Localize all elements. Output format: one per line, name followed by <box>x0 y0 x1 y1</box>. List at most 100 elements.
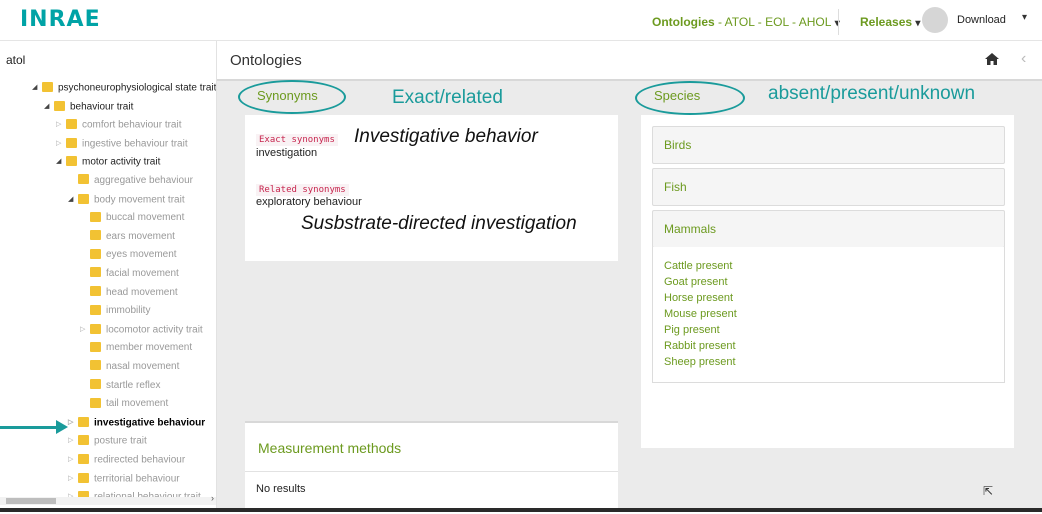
species-item[interactable]: Sheep present <box>664 356 736 368</box>
folder-icon <box>90 211 101 222</box>
mammals-list: Cattle present Goat present Horse presen… <box>652 247 1005 383</box>
folder-icon <box>90 285 101 296</box>
folder-icon <box>42 82 53 92</box>
folder-icon <box>78 416 89 427</box>
species-item[interactable]: Goat present <box>664 276 728 288</box>
tree-item-label: tail movement <box>106 398 169 410</box>
tree-item-label: body movement trait <box>94 194 185 206</box>
tree-item[interactable]: ▷ redirected behaviour <box>68 451 185 469</box>
related-synonyms-label: Related synonyms <box>256 179 349 197</box>
collapsed-toggle-icon[interactable]: ▷ <box>56 135 66 153</box>
tree-item-label: aggregative behaviour <box>94 175 193 186</box>
folder-icon <box>90 397 101 408</box>
expanded-toggle-icon[interactable]: ◢ <box>56 153 66 171</box>
tree-item[interactable]: facial movement <box>80 265 179 283</box>
tree-item[interactable]: aggregative behaviour <box>68 172 193 190</box>
tree-item-label: member movement <box>106 342 193 354</box>
tree-item[interactable]: ▷ investigative behaviour <box>68 414 205 432</box>
tree-item[interactable]: ▷ comfort behaviour trait <box>56 116 182 134</box>
folder-icon <box>78 472 89 483</box>
tree-item[interactable]: ◢ motor activity trait <box>56 153 160 171</box>
synonyms-heading: Synonyms <box>257 88 318 103</box>
collapsed-toggle-icon[interactable]: ▷ <box>68 470 78 488</box>
collapsed-toggle-icon[interactable]: ▷ <box>80 321 90 339</box>
collapse-chevron-icon[interactable]: ‹ <box>1021 50 1026 68</box>
expanded-toggle-icon[interactable]: ◢ <box>68 191 78 209</box>
scrollbar-thumb[interactable] <box>6 498 56 504</box>
tree-item[interactable]: ▷ territorial behaviour <box>68 470 180 488</box>
ontologies-sub: - ATOL - EOL - AHOL <box>714 15 832 29</box>
expanded-toggle-icon[interactable]: ◢ <box>44 98 54 116</box>
horizontal-scrollbar[interactable]: › <box>0 493 216 505</box>
tree-item-label: facial movement <box>106 268 179 279</box>
species-card: Birds Fish Mammals Cattle present Goat p… <box>641 115 1014 448</box>
folder-icon <box>90 248 101 259</box>
mouse-cursor-icon: ⇱ <box>983 484 994 498</box>
tree-item[interactable]: startle reflex <box>80 377 160 395</box>
tree-item[interactable]: immobility <box>80 302 150 320</box>
tree-item[interactable]: ◢ psychoneurophysiological state trait <box>32 79 216 97</box>
user-menu-chevron-icon[interactable]: ▾ <box>1022 12 1027 23</box>
scroll-right-icon[interactable]: › <box>211 493 214 503</box>
folder-icon <box>90 341 101 352</box>
releases-menu[interactable]: Releases ▾ <box>860 15 920 29</box>
tree-item-label: nasal movement <box>106 361 180 372</box>
home-icon[interactable] <box>985 53 999 65</box>
annotation-substrate: Susbstrate-directed investigation <box>301 213 577 234</box>
folder-icon <box>78 193 89 204</box>
tree-item[interactable]: tail movement <box>80 395 168 413</box>
releases-label: Releases <box>860 15 913 29</box>
annotation-exact-related: Exact/related <box>392 87 503 108</box>
tree-item-label: comfort behaviour trait <box>82 119 182 131</box>
measurement-empty: No results <box>256 483 306 495</box>
tree-item-label: startle reflex <box>106 379 161 391</box>
top-bar: INRAE Ontologies - ATOL - EOL - AHOL ▾ R… <box>0 0 1042 41</box>
tree-item[interactable]: ears movement <box>80 228 175 246</box>
download-link[interactable]: Download <box>957 14 1006 26</box>
tree-item[interactable]: ◢ behaviour trait <box>44 98 133 116</box>
measurement-heading: Measurement methods <box>258 440 402 456</box>
species-heading: Species <box>654 88 701 103</box>
tree-item-label: behaviour trait <box>70 101 134 113</box>
tree-item[interactable]: ▷ posture trait <box>68 432 147 450</box>
tree-item-label: psychoneurophysiological state trait <box>58 82 217 94</box>
tree-item[interactable]: ◢ body movement trait <box>68 191 185 209</box>
tree-item[interactable]: ▷ ingestive behaviour trait <box>56 135 188 153</box>
collapsed-toggle-icon[interactable]: ▷ <box>56 116 66 134</box>
species-panel-birds[interactable]: Birds <box>652 126 1005 164</box>
species-panel-fish[interactable]: Fish <box>652 168 1005 206</box>
species-panel-mammals[interactable]: Mammals <box>652 210 1005 248</box>
tree-item-label: motor activity trait <box>82 157 161 169</box>
species-item[interactable]: Mouse present <box>664 308 737 320</box>
folder-icon <box>66 156 77 167</box>
inrae-logo[interactable]: INRAE <box>20 7 101 32</box>
folder-icon <box>54 100 65 111</box>
species-item[interactable]: Pig present <box>664 324 720 336</box>
tree-item[interactable]: eyes movement <box>80 246 177 264</box>
folder-icon <box>90 304 101 315</box>
folder-icon <box>78 174 89 185</box>
tree-item[interactable]: buccal movement <box>80 209 184 227</box>
ontologies-menu[interactable]: Ontologies - ATOL - EOL - AHOL ▾ <box>652 15 840 29</box>
tree-item-label: locomotor activity trait <box>106 324 203 336</box>
collapsed-toggle-icon[interactable]: ▷ <box>68 432 78 450</box>
tree-item-label: investigative behaviour <box>94 417 206 429</box>
tree-item-label: redirected behaviour <box>94 454 186 466</box>
tree-item[interactable]: ▷ locomotor activity trait <box>80 321 203 339</box>
species-item[interactable]: Rabbit present <box>664 340 736 352</box>
collapsed-toggle-icon[interactable]: ▷ <box>68 451 78 469</box>
tree-item-label: eyes movement <box>106 249 177 261</box>
collapsed-toggle-icon[interactable]: ▷ <box>68 414 78 432</box>
species-item[interactable]: Cattle present <box>664 260 732 272</box>
avatar[interactable] <box>922 7 948 33</box>
tree-search-value[interactable]: atol <box>6 53 25 67</box>
tree-item[interactable]: head movement <box>80 284 178 302</box>
tree-item[interactable]: nasal movement <box>80 358 179 376</box>
expanded-toggle-icon[interactable]: ◢ <box>32 79 42 97</box>
species-fish-label: Fish <box>664 180 687 194</box>
tree-item[interactable]: member movement <box>80 339 192 357</box>
species-item[interactable]: Horse present <box>664 292 733 304</box>
folder-icon <box>66 119 77 130</box>
tree-item-label: ears movement <box>106 230 175 242</box>
divider <box>245 471 618 472</box>
